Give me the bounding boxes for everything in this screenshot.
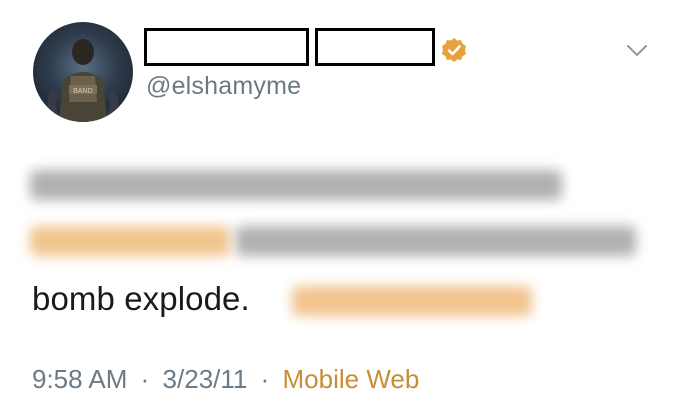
redacted-text-line-1	[30, 170, 562, 200]
redacted-text-line-2	[236, 226, 636, 256]
redacted-display-name	[144, 28, 309, 66]
redacted-hashtag-2	[292, 286, 532, 316]
avatar-text: BAND	[73, 88, 92, 95]
redacted-hashtag	[30, 226, 230, 256]
tweet-card: BAND @elshamyme bomb explode. 9:58 AM · …	[0, 0, 679, 419]
tweet-date[interactable]: 3/23/11	[163, 364, 248, 394]
tweet-meta: 9:58 AM · 3/23/11 · Mobile Web	[32, 364, 419, 395]
verified-badge-icon	[442, 38, 466, 62]
source-link[interactable]: Mobile Web	[283, 364, 420, 394]
meta-separator-2: ·	[260, 364, 270, 394]
meta-separator: ·	[140, 364, 150, 394]
tweet-text: bomb explode.	[32, 280, 250, 317]
redacted-display-name-part	[315, 28, 435, 66]
avatar-image: BAND	[47, 39, 119, 122]
tweet-time[interactable]: 9:58 AM	[32, 364, 127, 394]
user-avatar[interactable]: BAND	[33, 22, 133, 122]
chevron-down-icon[interactable]	[626, 44, 648, 58]
user-handle[interactable]: @elshamyme	[146, 72, 301, 101]
